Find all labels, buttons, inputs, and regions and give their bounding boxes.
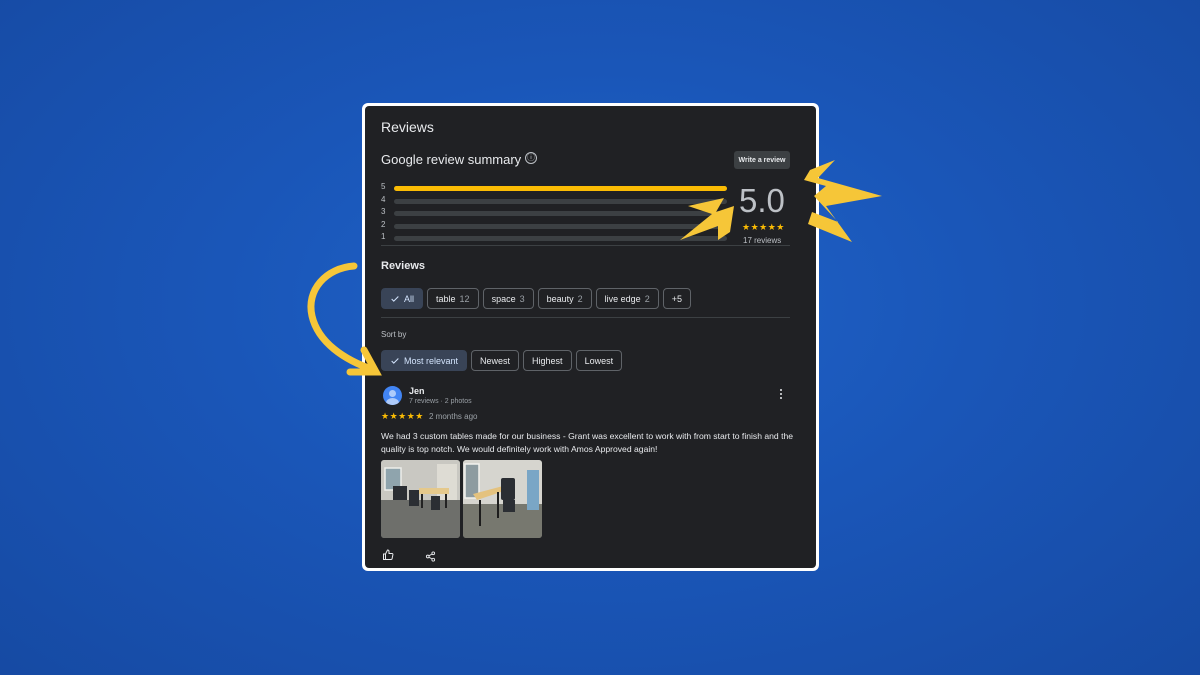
info-icon[interactable]: ⓘ [525,152,537,164]
filter-divider [381,317,790,318]
avatar-head-shape [389,390,396,397]
summary-divider [381,245,790,246]
filter-chip-count: 2 [577,293,583,304]
average-rating: 5.0 [739,182,785,219]
rating-bar-5[interactable] [394,186,727,191]
bar-label-3: 3 [381,207,386,217]
filter-chip-label: table [436,293,456,304]
reviewer-name[interactable]: Jen [409,386,425,396]
review-text: We had 3 custom tables made for our busi… [381,431,794,454]
filter-chip-live-edge[interactable]: live edge 2 [595,288,659,309]
reviewer-avatar[interactable] [383,386,402,405]
bar-label-1: 1 [381,232,386,242]
avatar-body-shape [386,398,399,405]
sort-chip-most-relevant[interactable]: Most relevant [381,350,468,371]
filter-chip-count: 2 [644,293,650,304]
filter-chip-label: All [404,293,415,304]
review-photo-1[interactable] [381,460,460,538]
average-stars: ★★★★★ [742,222,785,232]
office-photo-2 [463,460,542,538]
filter-chip-label: live edge [604,293,641,304]
filter-chip-table[interactable]: table 12 [427,288,479,309]
sort-label: Sort by [381,330,407,339]
panel-title: Reviews [381,119,434,135]
filter-chip-count: 12 [459,293,470,304]
rating-bar-2[interactable] [394,223,727,229]
filter-chip-label: +5 [671,293,682,304]
rating-bar-1[interactable] [394,236,727,242]
more-vert-icon[interactable] [775,387,787,401]
sort-chip-newest[interactable]: Newest [471,350,520,371]
thumb-up-icon[interactable] [382,548,394,566]
filter-chip-all[interactable]: All [381,288,424,309]
filter-chips: All table 12 space 3 beauty 2 live edge 2 +5 [381,288,691,309]
sort-chip-lowest[interactable]: Lowest [575,350,623,371]
bar-label-5: 5 [381,182,386,191]
reviews-card: Reviews Google review summary ⓘ Write a … [362,103,819,571]
rating-bar-4[interactable] [394,198,727,204]
review-photo-2[interactable] [463,460,542,538]
sort-chips: Most relevant Newest Highest Lowest [381,350,623,371]
office-photo-1 [381,460,460,538]
reviewer-meta: 7 reviews · 2 photos [409,398,472,405]
sort-chip-label: Newest [480,355,511,366]
reviews-panel: Reviews Google review summary ⓘ Write a … [365,106,816,568]
sort-chip-highest[interactable]: Highest [523,350,572,371]
rating-bar-fill-5 [394,186,727,191]
summary-title: Google review summary [381,152,522,167]
bar-label-2: 2 [381,219,386,229]
check-icon [391,295,399,302]
bar-label-4: 4 [381,194,386,204]
review-stars: ★★★★★ [381,411,424,421]
review-time: 2 months ago [429,412,478,421]
filter-chip-label: space [491,293,516,304]
reviews-section-title: Reviews [381,260,426,272]
write-review-button[interactable]: Write a review [734,151,790,169]
filter-chip--5[interactable]: +5 [662,288,691,309]
sort-chip-label: Most relevant [404,355,459,366]
filter-chip-count: 3 [519,293,525,304]
filter-chip-label: beauty [546,293,574,304]
sort-chip-label: Lowest [584,355,614,366]
sort-chip-label: Highest [532,355,563,366]
share-icon[interactable] [425,549,436,567]
filter-chip-beauty[interactable]: beauty 2 [537,288,592,309]
review-count[interactable]: 17 reviews [743,236,781,245]
check-icon [391,357,399,364]
rating-bar-3[interactable] [394,211,727,217]
filter-chip-space[interactable]: space 3 [482,288,534,309]
